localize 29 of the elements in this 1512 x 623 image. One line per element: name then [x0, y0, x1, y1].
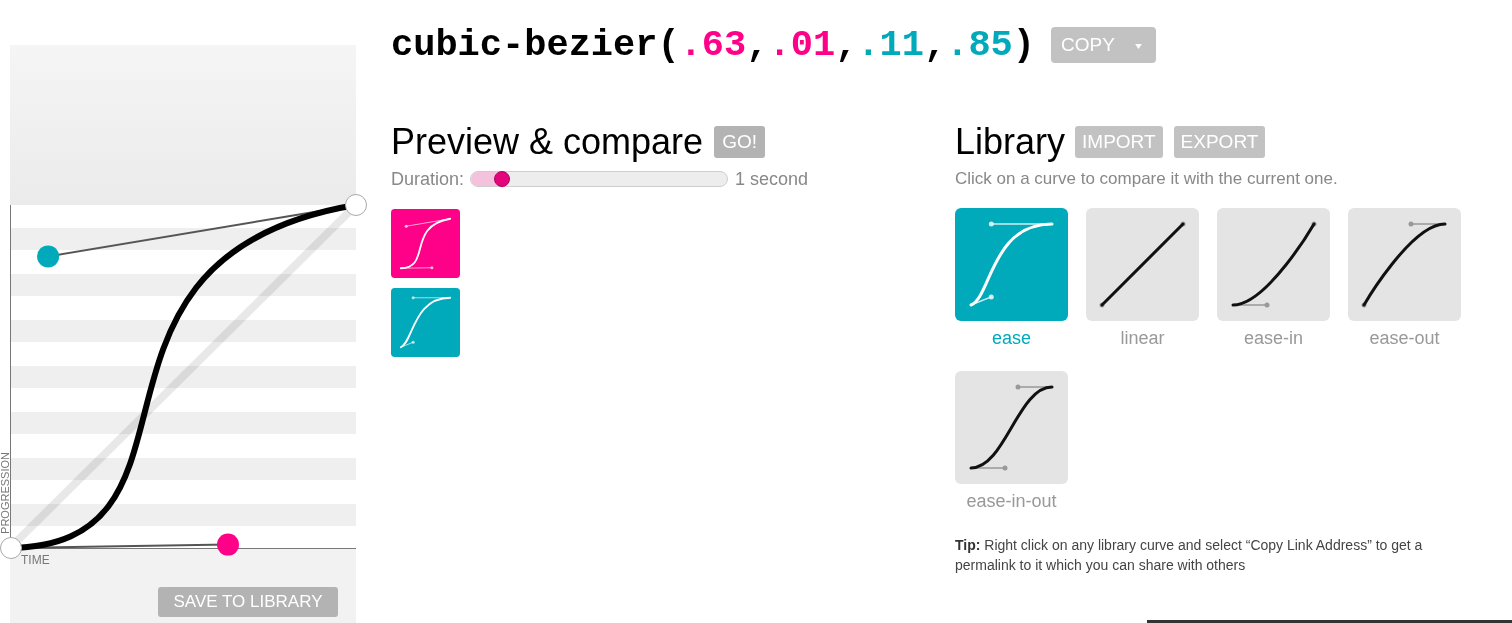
- tip-text: Tip: Right click on any library curve and select “Copy Link Address” to get a permalink to it which you can share with others: [955, 536, 1424, 575]
- library-curve-link[interactable]: linear: [1086, 208, 1199, 350]
- endpoint-handle: [0, 537, 22, 559]
- duration-label: Duration:: [391, 169, 465, 189]
- curve-thumbnail-icon: [955, 371, 1068, 484]
- control-point-handle[interactable]: [37, 245, 60, 268]
- go-button[interactable]: GO!: [714, 126, 765, 158]
- caret-icon: [1135, 43, 1143, 49]
- duration-value: 1 second: [735, 169, 809, 189]
- x-axis-label: TIME: [21, 553, 50, 567]
- control-point-handle[interactable]: [217, 533, 239, 556]
- curve-thumbnail-icon: [1217, 208, 1330, 321]
- curve-thumbnail-icon: [1348, 208, 1461, 321]
- library-action-button[interactable]: EXPORT: [1173, 126, 1266, 158]
- library-hint: Click on a curve to compare it with the current one.: [955, 168, 1339, 190]
- curve-thumbnail-icon: [1086, 208, 1199, 321]
- endpoint-handle: [345, 194, 367, 216]
- bezier-function-title: cubic-bezier(.63,.01,.11,.85): [391, 23, 1036, 68]
- library-curve-link[interactable]: ease-out: [1348, 208, 1461, 350]
- library-curve-link[interactable]: ease-in-out: [955, 371, 1068, 513]
- duration-slider[interactable]: [470, 171, 729, 187]
- library-heading: Library: [955, 122, 1066, 162]
- library-action-button[interactable]: IMPORT: [1075, 126, 1163, 158]
- save-to-library-button[interactable]: SAVE TO LIBRARY: [158, 587, 338, 617]
- preview-heading: Preview & compare: [391, 122, 704, 162]
- curve-thumbnail-icon: [955, 208, 1068, 321]
- library-curve-link[interactable]: ease-in: [1217, 208, 1330, 350]
- copy-button[interactable]: COPY: [1051, 27, 1157, 63]
- library-curve-link[interactable]: ease: [955, 208, 1068, 350]
